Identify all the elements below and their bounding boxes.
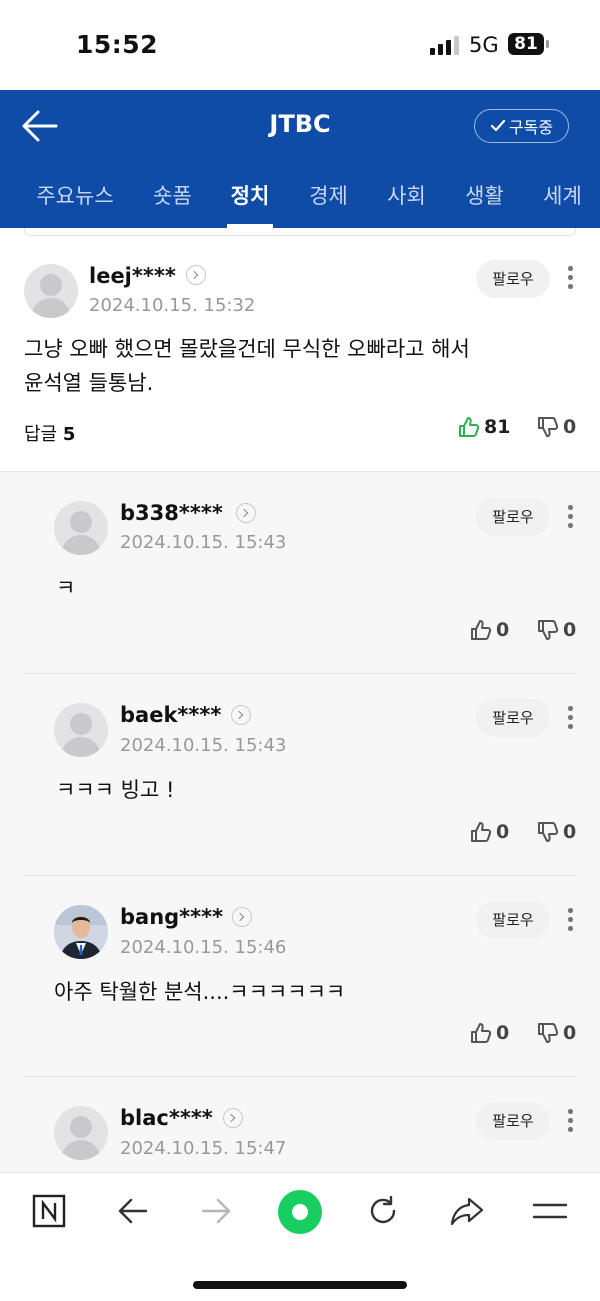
thumbs-down-icon	[538, 1023, 559, 1043]
thumbs-up-icon	[471, 822, 492, 842]
battery-tip	[546, 40, 549, 48]
subscribe-button[interactable]: 구독중	[474, 109, 569, 143]
like-button[interactable]: 0	[470, 821, 509, 843]
thumbs-up-icon	[471, 1023, 492, 1043]
more-options-icon[interactable]	[564, 1107, 576, 1135]
chevron-right-icon[interactable]	[186, 265, 206, 285]
reply-text: 아주 탁월한 분석....ㅋㅋㅋㅋㅋㅋ	[54, 980, 346, 1004]
like-button[interactable]: 0	[470, 1022, 509, 1044]
thumbs-down-icon	[538, 822, 559, 842]
like-count: 0	[496, 1022, 510, 1044]
chevron-right-icon[interactable]	[236, 503, 256, 523]
follow-button[interactable]: 팔로우	[476, 901, 550, 939]
like-button[interactable]: 0	[470, 619, 509, 641]
reply-item: baek**** 2024.10.15. 15:43 팔로우 ㅋㅋㅋ 빙고 ! …	[24, 674, 576, 874]
more-options-icon[interactable]	[564, 264, 576, 292]
thumbs-up-icon	[471, 620, 492, 640]
replies-label: 답글	[24, 424, 58, 445]
refresh-icon[interactable]	[366, 1194, 400, 1228]
reply-item: blac**** 2024.10.15. 15:47 팔로우	[24, 1077, 576, 1172]
reply-item: b338**** 2024.10.15. 15:43 팔로우 ㅋ 0 0	[24, 473, 576, 673]
follow-button[interactable]: 팔로우	[476, 498, 550, 536]
reply-text: ㅋ	[56, 576, 76, 600]
reply-date: 2024.10.15. 15:43	[120, 532, 287, 553]
chevron-right-icon[interactable]	[232, 907, 252, 927]
avatar[interactable]	[54, 501, 108, 555]
thumbs-down-icon	[538, 620, 559, 640]
dislike-count: 0	[563, 416, 577, 438]
profile-photo	[54, 905, 108, 959]
replies-number: 5	[62, 424, 76, 445]
tab-shortform[interactable]: 숏폼	[150, 162, 195, 228]
app-header: JTBC 구독중	[0, 90, 600, 162]
tab-main-news[interactable]: 주요뉴스	[0, 162, 150, 228]
dislike-count: 0	[563, 821, 577, 843]
menu-icon[interactable]	[532, 1194, 568, 1228]
reply-username[interactable]: b338****	[120, 501, 223, 525]
chevron-right-icon[interactable]	[231, 705, 251, 725]
comment-username[interactable]: leej****	[89, 264, 176, 288]
green-dot-home-icon[interactable]	[277, 1189, 323, 1235]
subscribe-label: 구독중	[508, 118, 554, 137]
like-count: 0	[496, 821, 510, 843]
category-tabs: 주요뉴스 숏폼 정치 경제 사회 생활 세계	[0, 162, 600, 228]
dislike-button[interactable]: 0	[537, 416, 576, 438]
chevron-right-icon[interactable]	[223, 1108, 243, 1128]
like-button[interactable]: 81	[458, 416, 510, 438]
dislike-button[interactable]: 0	[537, 1022, 576, 1044]
more-options-icon[interactable]	[564, 704, 576, 732]
thumbs-down-icon	[538, 417, 559, 437]
reply-date: 2024.10.15. 15:43	[120, 735, 287, 756]
follow-button[interactable]: 팔로우	[476, 1102, 550, 1140]
avatar-photo[interactable]	[54, 905, 108, 959]
dislike-button[interactable]: 0	[537, 619, 576, 641]
network-type: 5G	[469, 33, 499, 57]
reply-username[interactable]: bang****	[120, 905, 223, 929]
share-icon[interactable]	[449, 1194, 485, 1228]
reply-item: bang**** 2024.10.15. 15:46 팔로우 아주 탁월한 분석…	[24, 876, 576, 1076]
comment-text-line1: 그냥 오빠 했으면 몰랐을건데 무식한 오빠라고 해서	[24, 337, 470, 361]
tab-society[interactable]: 사회	[384, 162, 429, 228]
reply-date: 2024.10.15. 15:47	[120, 1138, 287, 1159]
thumbs-up-icon	[459, 417, 480, 437]
more-options-icon[interactable]	[564, 503, 576, 531]
status-time: 15:52	[76, 30, 159, 59]
reply-date: 2024.10.15. 15:46	[120, 937, 287, 958]
like-count: 0	[496, 619, 510, 641]
tab-life[interactable]: 생활	[462, 162, 507, 228]
more-options-icon[interactable]	[564, 906, 576, 934]
reply-username[interactable]: blac****	[120, 1106, 213, 1130]
main-comment: leej**** 2024.10.15. 15:32 팔로우 그냥 오빠 했으면…	[0, 236, 600, 472]
dislike-count: 0	[563, 1022, 577, 1044]
previous-card-edge	[24, 228, 576, 236]
home-indicator	[193, 1281, 407, 1289]
forward-arrow-icon[interactable]	[199, 1194, 233, 1228]
naver-n-icon[interactable]	[32, 1194, 66, 1228]
tab-world[interactable]: 세계	[540, 162, 585, 228]
dislike-button[interactable]: 0	[537, 821, 576, 843]
avatar[interactable]	[54, 703, 108, 757]
replies-count[interactable]: 답글 5	[24, 420, 75, 446]
reply-username[interactable]: baek****	[120, 703, 221, 727]
check-icon	[490, 119, 506, 132]
battery-icon: 81	[508, 33, 544, 55]
status-bar: 15:52 5G 81	[0, 0, 600, 90]
signal-icon	[430, 36, 459, 55]
avatar[interactable]	[24, 264, 78, 318]
back-arrow-icon[interactable]	[116, 1194, 150, 1228]
tab-politics[interactable]: 정치	[227, 162, 273, 228]
tab-economy[interactable]: 경제	[306, 162, 351, 228]
like-count: 81	[484, 416, 511, 438]
comment-date: 2024.10.15. 15:32	[89, 295, 256, 316]
dislike-count: 0	[563, 619, 577, 641]
comment-text-line2: 윤석열 들통남.	[24, 371, 154, 395]
avatar[interactable]	[54, 1106, 108, 1160]
follow-button[interactable]: 팔로우	[476, 699, 550, 737]
follow-button[interactable]: 팔로우	[476, 260, 550, 298]
reply-text: ㅋㅋㅋ 빙고 !	[56, 778, 175, 802]
